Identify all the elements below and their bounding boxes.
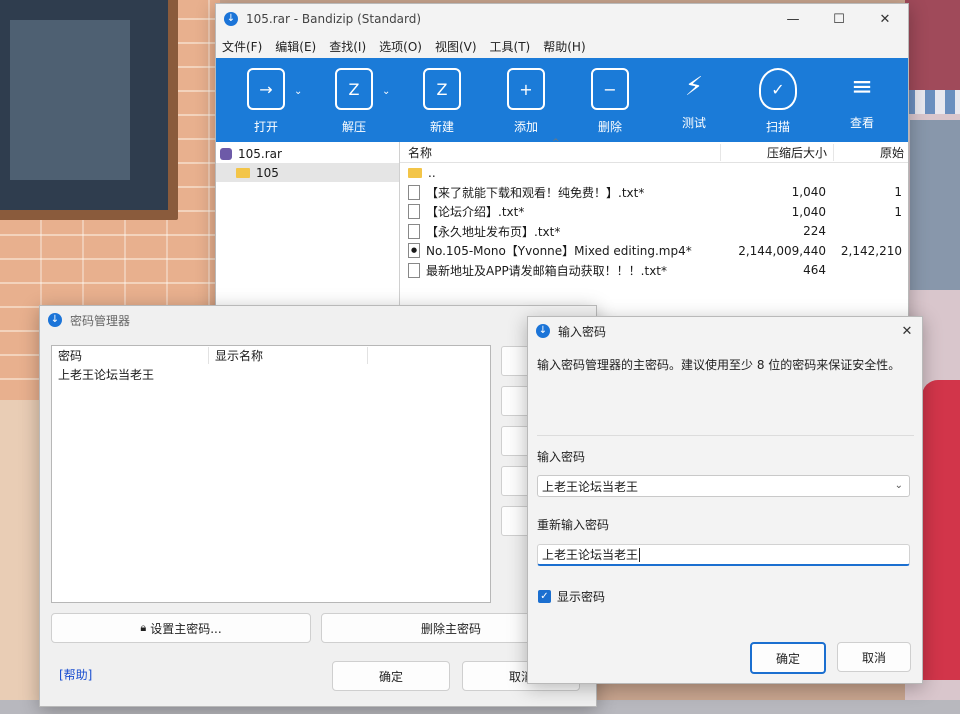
bandizip-app-icon: ↓ bbox=[536, 324, 550, 338]
open-button[interactable]: → 打开 bbox=[224, 58, 308, 142]
new-archive-button[interactable]: Z 新建 bbox=[400, 58, 484, 142]
chevron-down-icon[interactable]: ⌄ bbox=[895, 480, 903, 491]
extract-dropdown-chevron-icon[interactable]: ⌄ bbox=[382, 86, 396, 97]
scan-button[interactable]: ✓ 扫描 bbox=[736, 58, 820, 142]
dialog-description: 输入密码管理器的主密码。建议使用至少 8 位的密码来保证安全性。 bbox=[537, 358, 901, 372]
folder-up-icon bbox=[408, 167, 422, 178]
bandizip-titlebar[interactable]: ↓ 105.rar - Bandizip (Standard) — ☐ ✕ bbox=[216, 4, 908, 34]
help-link[interactable]: [帮助] bbox=[59, 666, 92, 683]
video-file-icon: ● bbox=[408, 243, 420, 259]
enter-password-titlebar[interactable]: ↓ 输入密码 ✕ bbox=[528, 317, 922, 345]
confirm-password-label: 重新输入密码 bbox=[537, 518, 610, 532]
maximize-button[interactable]: ☐ bbox=[816, 12, 862, 27]
checkmark-icon: ✓ bbox=[538, 590, 551, 603]
enter-password-dialog: ↓ 输入密码 ✕ 输入密码管理器的主密码。建议使用至少 8 位的密码来保证安全性… bbox=[527, 316, 923, 684]
window-title: 105.rar - Bandizip (Standard) bbox=[246, 12, 422, 26]
close-button[interactable]: ✕ bbox=[862, 12, 908, 27]
file-row[interactable]: 【永久地址发布页】.txt* 224 bbox=[400, 222, 908, 242]
text-file-icon bbox=[408, 262, 420, 278]
add-icon: + bbox=[507, 68, 545, 110]
menu-file[interactable]: 文件(F) bbox=[222, 38, 262, 55]
window-frame-art bbox=[0, 0, 178, 220]
text-caret bbox=[639, 547, 641, 562]
text-file-icon bbox=[408, 184, 420, 200]
file-list-header: 名称 ^ 压缩后大小 原始 bbox=[400, 138, 908, 163]
bandizip-app-icon: ↓ bbox=[224, 12, 238, 26]
password-label: 输入密码 bbox=[537, 450, 586, 464]
column-name[interactable]: 名称 ^ bbox=[400, 138, 720, 161]
text-file-icon bbox=[408, 204, 420, 220]
menu-bar: 文件(F) 编辑(E) 查找(I) 选项(O) 视图(V) 工具(T) 帮助(H… bbox=[216, 34, 908, 58]
menu-view[interactable]: 视图(V) bbox=[435, 38, 477, 55]
open-icon: → bbox=[247, 68, 285, 110]
password-row[interactable]: 上老王论坛当老王 bbox=[52, 365, 490, 384]
file-row[interactable]: 【来了就能下载和观看！纯免费！】.txt* 1,040 1 bbox=[400, 183, 908, 203]
sort-ascending-icon: ^ bbox=[552, 137, 560, 148]
password-combo[interactable]: 上老王论坛当老王 ⌄ bbox=[537, 475, 910, 497]
menu-edit[interactable]: 编辑(E) bbox=[275, 38, 316, 55]
column-password[interactable]: 密码 bbox=[52, 347, 209, 364]
password-table[interactable]: 密码 显示名称 上老王论坛当老王 bbox=[51, 345, 491, 603]
password-table-header: 密码 显示名称 bbox=[52, 346, 490, 365]
bandizip-window: ↓ 105.rar - Bandizip (Standard) — ☐ ✕ 文件… bbox=[215, 3, 909, 335]
menu-options[interactable]: 选项(O) bbox=[379, 38, 422, 55]
new-archive-icon: Z bbox=[423, 68, 461, 110]
extract-button[interactable]: Z 解压 bbox=[312, 58, 396, 142]
extract-icon: Z bbox=[335, 68, 373, 110]
column-original-size[interactable]: 原始 bbox=[833, 143, 908, 161]
menu-help[interactable]: 帮助(H) bbox=[543, 38, 585, 55]
test-icon: ⚡ bbox=[684, 72, 704, 102]
menu-tools[interactable]: 工具(T) bbox=[490, 38, 531, 55]
column-display-name[interactable]: 显示名称 bbox=[209, 347, 368, 364]
divider bbox=[537, 435, 914, 436]
delete-button[interactable]: − 删除 bbox=[568, 58, 652, 142]
rar-archive-icon bbox=[220, 147, 232, 160]
close-button[interactable]: ✕ bbox=[892, 324, 922, 339]
file-row[interactable]: 最新地址及APP请发邮箱自动获取！！！.txt* 464 bbox=[400, 261, 908, 281]
dialog-title: 密码管理器 bbox=[70, 313, 131, 328]
add-button[interactable]: + 添加 bbox=[484, 58, 568, 142]
view-button[interactable]: ≡ 查看 bbox=[820, 58, 904, 142]
test-button[interactable]: ⚡ 测试 bbox=[652, 58, 736, 142]
tree-node-archive[interactable]: 105.rar bbox=[216, 144, 399, 163]
password-manager-dialog: ↓ 密码管理器 密码 显示名称 上老王论坛当老王 🔒︎ 设置主密码... 删除主… bbox=[39, 305, 597, 707]
character-art bbox=[922, 380, 960, 680]
file-row[interactable]: ● No.105-Mono【Yvonne】Mixed editing.mp4* 2… bbox=[400, 241, 908, 261]
password-manager-titlebar[interactable]: ↓ 密码管理器 bbox=[40, 306, 596, 334]
bandizip-app-icon: ↓ bbox=[48, 313, 62, 327]
minimize-button[interactable]: — bbox=[770, 12, 816, 27]
cancel-button[interactable]: 取消 bbox=[837, 642, 911, 672]
ok-button[interactable]: 确定 bbox=[332, 661, 450, 691]
text-file-icon bbox=[408, 223, 420, 239]
ok-button[interactable]: 确定 bbox=[750, 642, 826, 674]
set-master-password-button[interactable]: 🔒︎ 设置主密码... bbox=[51, 613, 311, 643]
confirm-password-field[interactable]: 上老王论坛当老王 bbox=[537, 544, 910, 566]
dialog-title: 输入密码 bbox=[558, 324, 607, 339]
show-password-checkbox[interactable]: ✓ 显示密码 bbox=[538, 588, 605, 605]
open-dropdown-chevron-icon[interactable]: ⌄ bbox=[294, 86, 308, 97]
lock-icon: 🔒︎ bbox=[140, 621, 147, 634]
scan-icon: ✓ bbox=[759, 68, 797, 110]
delete-icon: − bbox=[591, 68, 629, 110]
toolbar: → 打开 ⌄ Z 解压 ⌄ Z 新建 + 添加 − 删除 ⚡ 测试 ✓ 扫描 ≡… bbox=[216, 58, 908, 142]
file-row[interactable]: 【论坛介绍】.txt* 1,040 1 bbox=[400, 202, 908, 222]
file-row-parent[interactable]: .. bbox=[400, 163, 908, 183]
folder-icon bbox=[236, 167, 250, 178]
tree-node-folder[interactable]: 105 bbox=[216, 163, 399, 182]
menu-find[interactable]: 查找(I) bbox=[329, 38, 366, 55]
view-icon: ≡ bbox=[851, 72, 873, 102]
column-packed-size[interactable]: 压缩后大小 bbox=[720, 143, 833, 161]
